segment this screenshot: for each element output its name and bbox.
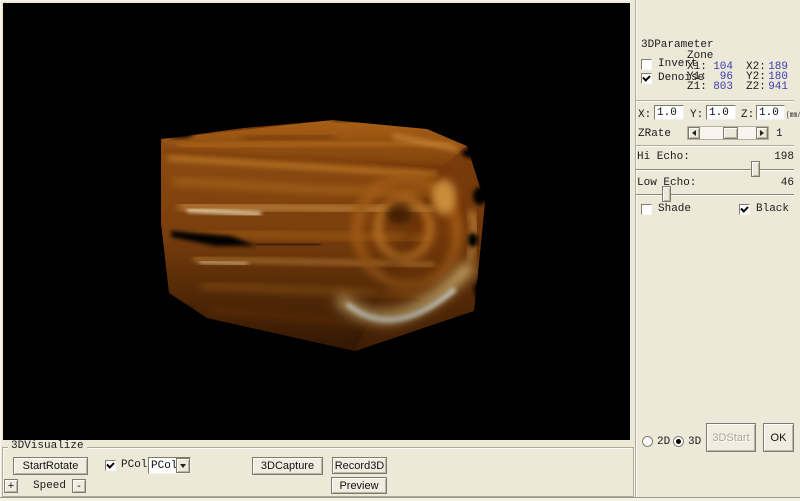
pcolor-checkbox[interactable] bbox=[105, 460, 116, 471]
3dstart-button[interactable]: 3DStart bbox=[706, 423, 756, 452]
scale-x-input[interactable] bbox=[654, 105, 684, 120]
scale-x-label: X: bbox=[638, 110, 651, 121]
pcolor-select[interactable]: PColor bbox=[148, 457, 191, 474]
hi-echo-label: Hi Echo: bbox=[637, 152, 690, 163]
speed-plus-button[interactable]: + bbox=[4, 479, 18, 493]
scale-unit-label: (mm/p) bbox=[786, 110, 800, 121]
low-echo-slider-thumb[interactable] bbox=[662, 186, 671, 202]
zone-z2-value: 941 bbox=[760, 82, 788, 93]
app-window: 3DParameter Invert Denoise Zone X1: 104 … bbox=[0, 0, 800, 500]
check-icon bbox=[106, 460, 114, 468]
scale-z-input[interactable] bbox=[756, 105, 785, 120]
arrow-left-icon[interactable] bbox=[688, 127, 700, 139]
mode-2d-radio[interactable] bbox=[642, 436, 653, 447]
mode-3d-radio[interactable] bbox=[673, 436, 684, 447]
zrate-value: 1 bbox=[776, 129, 783, 140]
low-echo-value: 46 bbox=[754, 178, 794, 189]
invert-checkbox[interactable] bbox=[641, 59, 652, 70]
speed-label: Speed bbox=[33, 481, 66, 492]
hi-echo-value: 198 bbox=[754, 152, 794, 163]
zrate-scrollbar-thumb[interactable] bbox=[723, 127, 738, 139]
separator bbox=[636, 145, 794, 147]
chevron-down-icon[interactable] bbox=[176, 458, 190, 473]
mode-2d-label: 2D bbox=[657, 437, 670, 448]
scale-z-label: Z: bbox=[741, 110, 754, 121]
visualize-group-title: 3DVisualize bbox=[8, 441, 87, 452]
record3d-button[interactable]: Record3D bbox=[332, 457, 387, 474]
denoise-checkbox[interactable] bbox=[641, 73, 652, 84]
scale-y-label: Y: bbox=[690, 110, 703, 121]
zrate-label: ZRate bbox=[638, 129, 671, 140]
hi-echo-slider-thumb[interactable] bbox=[751, 161, 760, 177]
window-bottom-edge bbox=[0, 497, 800, 501]
mode-3d-label: 3D bbox=[688, 437, 701, 448]
ok-button[interactable]: OK bbox=[763, 423, 794, 452]
low-echo-slider-track[interactable] bbox=[636, 194, 794, 196]
check-icon bbox=[642, 73, 650, 81]
parameter-panel: 3DParameter Invert Denoise Zone X1: 104 … bbox=[630, 0, 800, 500]
volume-render-3d bbox=[3, 3, 630, 440]
black-label: Black bbox=[756, 204, 789, 215]
shade-label: Shade bbox=[658, 204, 691, 215]
speed-minus-button[interactable]: - bbox=[72, 479, 86, 493]
check-icon bbox=[740, 204, 748, 212]
panel-divider bbox=[635, 0, 637, 500]
arrow-right-icon[interactable] bbox=[756, 127, 768, 139]
zone-z1-value: 803 bbox=[705, 82, 733, 93]
preview-button[interactable]: Preview bbox=[331, 477, 387, 494]
zone-z1-label: Z1: bbox=[687, 82, 707, 93]
scale-y-input[interactable] bbox=[706, 105, 736, 120]
start-rotate-button[interactable]: StartRotate bbox=[13, 457, 88, 475]
separator bbox=[636, 100, 794, 102]
zrate-scrollbar[interactable] bbox=[687, 126, 769, 140]
hi-echo-slider-track[interactable] bbox=[636, 169, 794, 171]
3dcapture-button[interactable]: 3DCapture bbox=[252, 457, 323, 475]
black-checkbox[interactable] bbox=[739, 204, 750, 215]
shade-checkbox[interactable] bbox=[641, 204, 652, 215]
render-viewport[interactable] bbox=[3, 3, 630, 440]
